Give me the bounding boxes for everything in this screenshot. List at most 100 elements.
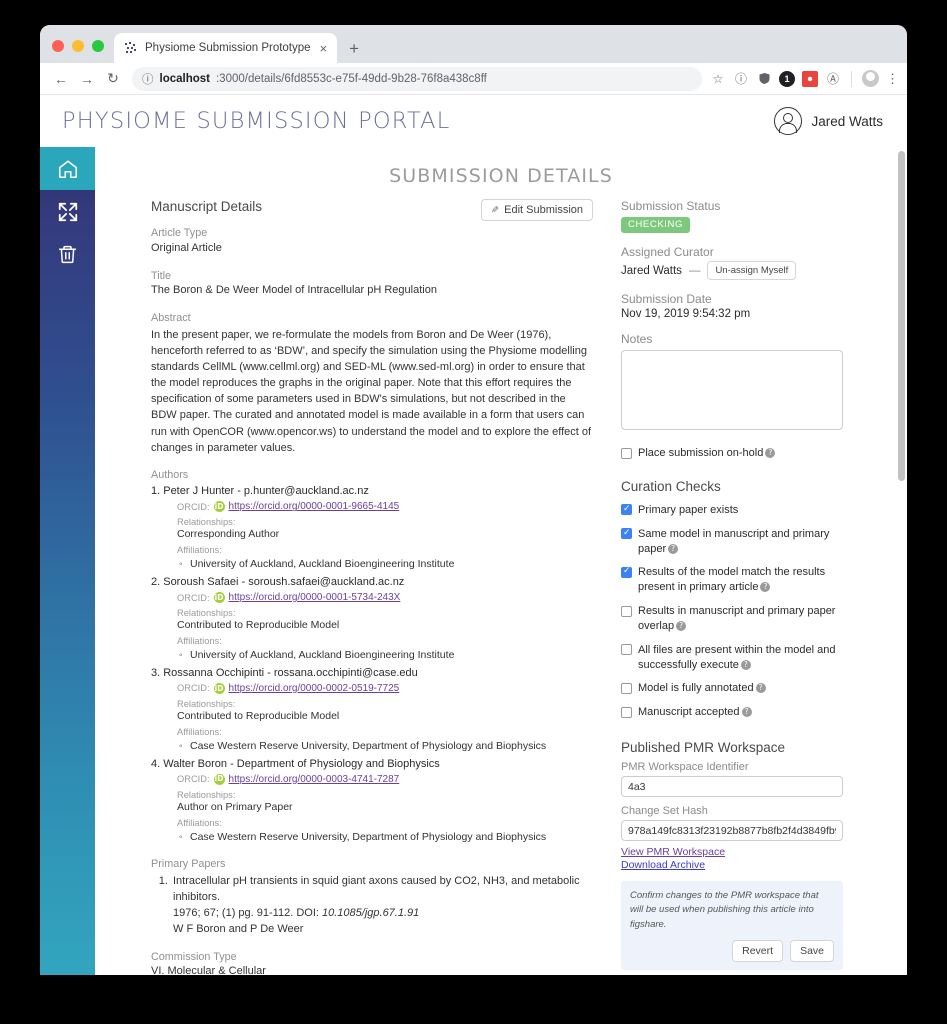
curation-check-row[interactable]: Model is fully annotated? xyxy=(621,681,843,696)
orcid-icon: iD xyxy=(213,592,225,604)
orcid-link[interactable]: https://orcid.org/0000-0002-0519-7725 xyxy=(229,683,400,694)
profile-avatar-icon[interactable] xyxy=(862,70,879,87)
forward-button[interactable]: → xyxy=(74,66,100,92)
maximize-window-button[interactable] xyxy=(92,40,104,52)
relationships-label: Relationships: xyxy=(177,517,236,528)
site-info-icon[interactable]: ⓘ xyxy=(142,71,154,87)
curation-check-checkbox[interactable] xyxy=(621,682,632,694)
help-icon[interactable]: ? xyxy=(760,582,771,593)
orcid-link[interactable]: https://orcid.org/0000-0003-4741-7287 xyxy=(229,774,400,785)
address-bar[interactable]: ⓘ localhost:3000/details/6fd8553c-e75f-4… xyxy=(132,66,702,91)
change-set-hash-input[interactable] xyxy=(621,820,843,842)
curation-check-row[interactable]: Manuscript accepted? xyxy=(621,705,843,720)
abstract-value: In the present paper, we re-formulate th… xyxy=(151,328,592,454)
curation-check-label: Model is fully annotated? xyxy=(638,681,766,696)
author-detail: ORCID: iD https://orcid.org/0000-0003-4741… xyxy=(177,773,593,846)
curation-check-checkbox[interactable] xyxy=(621,503,632,516)
unassign-myself-button[interactable]: Un-assign Myself xyxy=(707,261,797,280)
curation-check-row[interactable]: Results in manuscript and primary paper … xyxy=(621,604,843,634)
scrollbar-thumb[interactable] xyxy=(898,151,905,481)
extension-icon[interactable] xyxy=(802,70,818,87)
browser-menu-icon[interactable]: ⋮ xyxy=(886,71,899,87)
expand-icon xyxy=(57,201,79,223)
minimize-window-button[interactable] xyxy=(72,40,84,52)
app-brand-title: PHYSIOME SUBMISSION PORTAL xyxy=(62,108,451,134)
save-button[interactable]: Save xyxy=(790,939,834,962)
browser-tab[interactable]: Physiome Submission Prototype × xyxy=(114,33,338,63)
curation-check-row[interactable]: Results of the model match the results p… xyxy=(621,565,843,595)
sidebar-item-expand[interactable] xyxy=(40,190,95,233)
edit-submission-button[interactable]: ✎ Edit Submission xyxy=(481,199,593,221)
user-name-label: Jared Watts xyxy=(811,113,883,129)
commission-type-value: VI. Molecular & Cellular xyxy=(151,965,266,975)
curation-check-checkbox[interactable] xyxy=(621,644,632,656)
change-set-hash-label: Change Set Hash xyxy=(621,805,708,818)
curator-name: Jared Watts xyxy=(621,264,682,277)
place-on-hold-row[interactable]: Place submission on-hold? xyxy=(621,446,843,461)
sidebar-item-home[interactable] xyxy=(40,147,95,190)
primary-papers-list: Intracellular pH transients in squid gia… xyxy=(151,874,593,938)
assigned-curator-label: Assigned Curator xyxy=(621,245,714,259)
app-header: PHYSIOME SUBMISSION PORTAL Jared Watts xyxy=(40,95,907,147)
orcid-row: ORCID: iD https://orcid.org/0000-0001-5734… xyxy=(177,592,593,604)
notes-textarea[interactable] xyxy=(621,350,843,430)
user-menu[interactable]: Jared Watts xyxy=(774,107,883,135)
curation-check-checkbox[interactable] xyxy=(621,706,632,718)
orcid-link[interactable]: https://orcid.org/0000-0001-5734-243X xyxy=(229,592,401,603)
close-window-button[interactable] xyxy=(52,40,64,52)
pmr-id-input[interactable] xyxy=(621,776,843,798)
submission-sidebar-panel: Submission Status CHECKING Assigned Cura… xyxy=(621,199,843,975)
affiliations-label: Affiliations: xyxy=(177,726,222,737)
bookmark-star-icon[interactable]: ☆ xyxy=(710,71,726,87)
curation-check-row[interactable]: Same model in manuscript and primary pap… xyxy=(621,527,843,557)
curation-check-label: Results of the model match the results p… xyxy=(638,566,826,594)
home-icon xyxy=(57,158,79,180)
affiliation-list: Case Western Reserve University, Departm… xyxy=(177,830,593,846)
revert-button[interactable]: Revert xyxy=(732,939,784,962)
view-pmr-workspace-link[interactable]: View PMR Workspace xyxy=(621,846,843,858)
author-entry: 1. Peter J Hunter - p.hunter@auckland.ac… xyxy=(151,485,593,573)
help-icon[interactable]: ? xyxy=(765,448,776,458)
help-icon[interactable]: ? xyxy=(676,620,687,631)
help-icon[interactable]: ? xyxy=(741,707,752,718)
curation-check-row[interactable]: Primary paper exists xyxy=(621,503,843,518)
pmr-workspace-heading: Published PMR Workspace xyxy=(621,740,786,756)
curation-check-checkbox[interactable] xyxy=(621,605,632,617)
back-button[interactable]: ← xyxy=(48,66,74,92)
orcid-link[interactable]: https://orcid.org/0000-0001-9665-4145 xyxy=(229,501,400,512)
browser-toolbar: ← → ↻ ⓘ localhost:3000/details/6fd8553c-… xyxy=(40,63,907,95)
vertical-scrollbar[interactable] xyxy=(898,147,905,975)
pmr-id-label: PMR Workspace Identifier xyxy=(621,761,749,774)
notification-badge[interactable]: 1 xyxy=(779,70,795,87)
authors-list: 1. Peter J Hunter - p.hunter@auckland.ac… xyxy=(151,485,593,845)
author-entry: 2. Soroush Safaei - soroush.safaei@auckl… xyxy=(151,576,593,664)
info-circle-icon[interactable]: ⓘ xyxy=(733,71,749,87)
curation-check-label: Manuscript accepted? xyxy=(638,705,752,720)
user-avatar-icon xyxy=(774,107,803,135)
new-tab-button[interactable]: + xyxy=(337,40,369,63)
title-label: Title xyxy=(151,269,171,282)
main-content: SUBMISSION DETAILS ✎ Edit Submission Man… xyxy=(95,147,907,975)
curation-check-row[interactable]: All files are present within the model a… xyxy=(621,643,843,673)
relationships-label: Relationships: xyxy=(177,789,236,800)
primary-paper-item: Intracellular pH transients in squid gia… xyxy=(171,874,593,938)
close-tab-icon[interactable]: × xyxy=(318,41,330,56)
help-icon[interactable]: ? xyxy=(755,683,766,694)
download-archive-link[interactable]: Download Archive xyxy=(621,859,843,871)
author-entry: 3. Rossanna Occhipinti - rossana.occhipi… xyxy=(151,667,593,755)
manuscript-details-panel: ✎ Edit Submission Manuscript Details Art… xyxy=(151,199,611,975)
account-circle-icon[interactable]: Ⓐ xyxy=(825,71,841,87)
curator-row: Jared Watts — Un-assign Myself xyxy=(621,261,843,280)
relationships-label: Relationships: xyxy=(177,698,236,709)
curation-check-checkbox[interactable] xyxy=(621,565,632,578)
page-title: SUBMISSION DETAILS xyxy=(389,165,613,187)
help-icon[interactable]: ? xyxy=(668,543,679,554)
sidebar-item-delete[interactable] xyxy=(40,233,95,276)
curation-checks-list: Primary paper exists Same model in manusc… xyxy=(621,503,843,720)
notes-label: Notes xyxy=(621,332,653,346)
curation-check-checkbox[interactable] xyxy=(621,527,632,540)
help-icon[interactable]: ? xyxy=(740,659,751,670)
reload-button[interactable]: ↻ xyxy=(100,66,126,92)
place-on-hold-checkbox[interactable] xyxy=(621,447,632,459)
shield-icon[interactable] xyxy=(756,71,772,87)
